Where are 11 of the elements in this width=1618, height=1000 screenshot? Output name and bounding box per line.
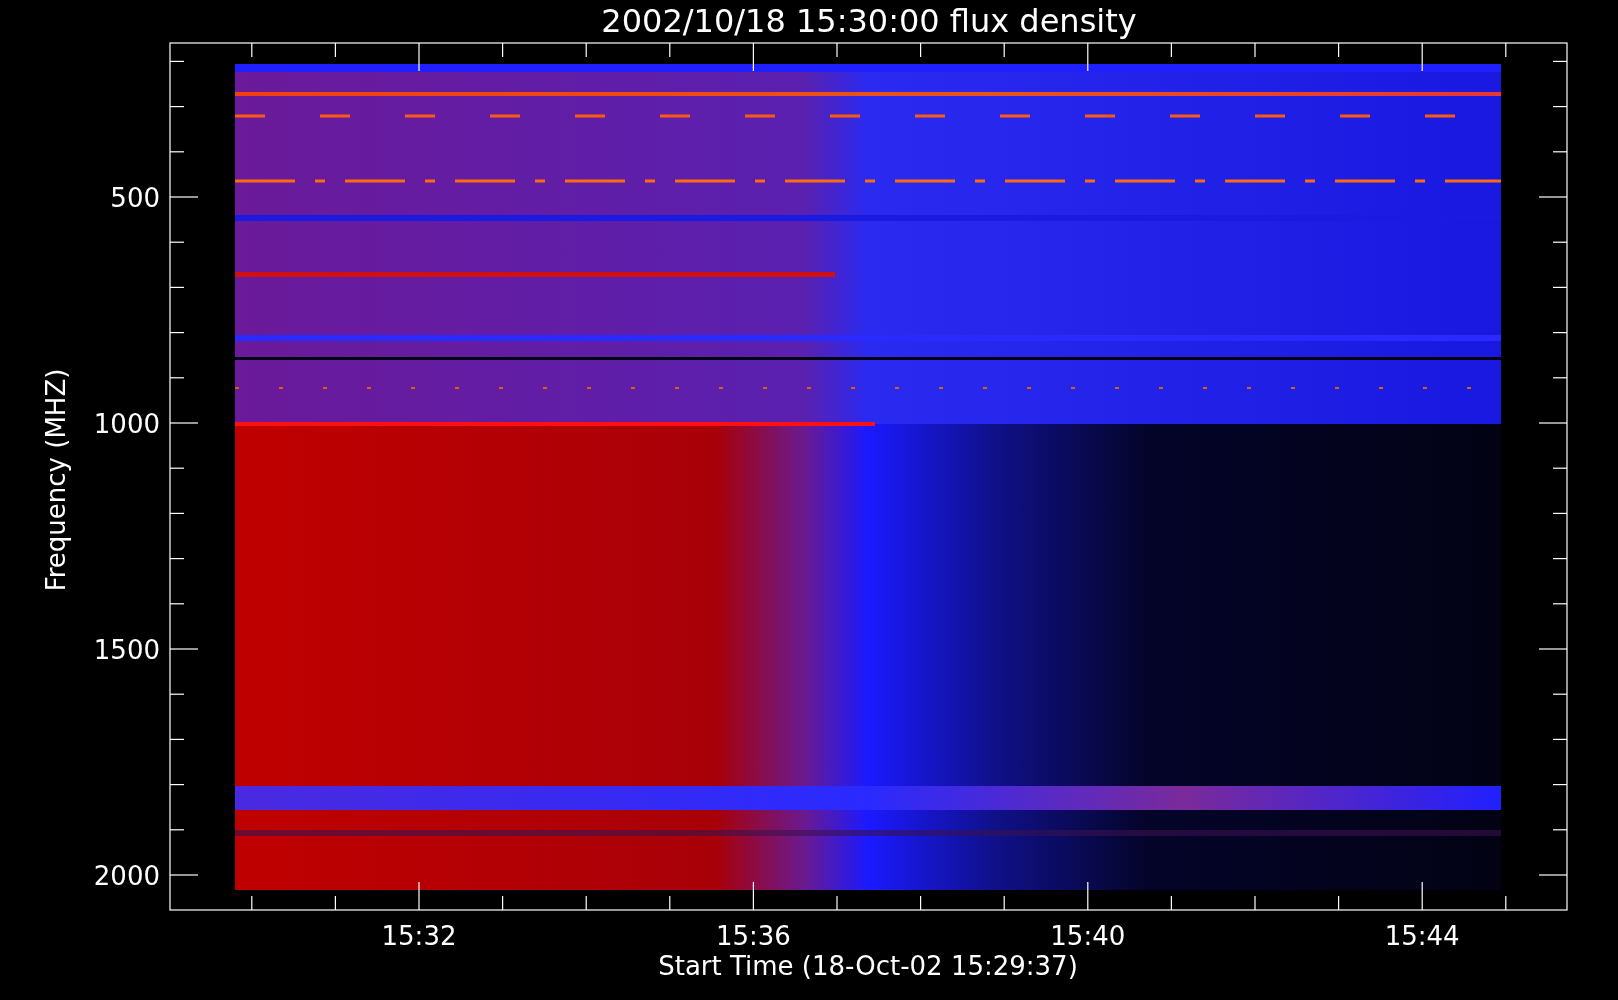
x-tick-label: 15:44: [1384, 921, 1460, 951]
y-axis-title: Frequency (MHZ): [41, 368, 71, 592]
y-tick-label: 2000: [93, 861, 160, 891]
x-tick-label: 15:36: [715, 921, 791, 951]
chart-title: 2002/10/18 15:30:00 flux density: [601, 2, 1137, 40]
x-tick-label: 15:40: [1050, 921, 1126, 951]
x-axis-title: Start Time (18-Oct-02 15:29:37): [658, 951, 1078, 981]
x-tick-label: 15:32: [381, 921, 457, 951]
y-tick-label: 500: [110, 183, 160, 213]
y-tick-label: 1500: [93, 635, 160, 665]
y-tick-label: 1000: [93, 409, 160, 439]
